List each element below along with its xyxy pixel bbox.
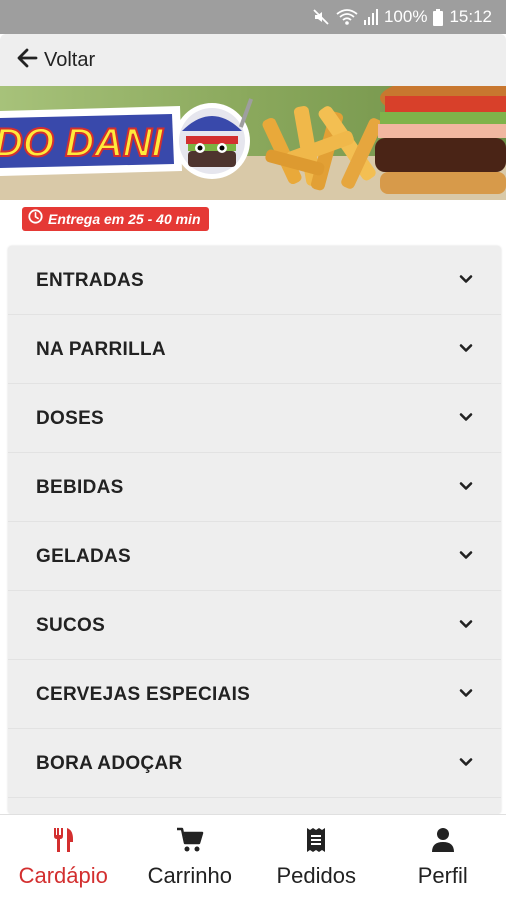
burger-image [375, 86, 506, 194]
chevron-down-icon [459, 686, 473, 705]
menu-category-list: ENTRADAS NA PARRILLA DOSES BEBIDAS GELAD… [8, 246, 501, 814]
chevron-down-icon [459, 755, 473, 774]
menu-category-label: CERVEJAS ESPECIAIS [36, 684, 251, 705]
menu-category-label: DOSES [36, 408, 105, 429]
delivery-time-badge: Entrega em 25 - 40 min [22, 207, 209, 231]
nav-perfil[interactable]: Perfil [380, 815, 506, 900]
chevron-down-icon [459, 272, 473, 291]
status-indicators: 100% 15:12 [312, 7, 492, 27]
menu-category-cervejas-especiais[interactable]: CERVEJAS ESPECIAIS [8, 660, 501, 729]
restaurant-banner: DO DANI [0, 86, 506, 200]
menu-category-label: ENTRADAS [36, 270, 144, 291]
restaurant-logo: DO DANI [0, 98, 254, 179]
menu-category-doses[interactable]: DOSES [8, 384, 501, 453]
back-button[interactable]: Voltar [16, 46, 95, 74]
menu-category-partial[interactable] [8, 798, 501, 814]
chevron-down-icon [459, 617, 473, 636]
back-label: Voltar [44, 48, 96, 71]
battery-icon [433, 8, 444, 26]
nav-cardapio[interactable]: Cardápio [0, 815, 127, 900]
clock: 15:12 [449, 7, 492, 26]
menu-category-label: BORA ADOÇAR [36, 753, 183, 774]
logo-text: DO DANI [0, 121, 164, 165]
nav-label: Cardápio [18, 863, 108, 888]
bottom-navigation: Cardápio Carrinho Pedidos Perfil [0, 814, 506, 900]
nav-carrinho[interactable]: Carrinho [127, 815, 254, 900]
battery-level: 100% [383, 7, 428, 26]
menu-category-label: SUCOS [36, 615, 106, 636]
menu-category-entradas[interactable]: ENTRADAS [8, 246, 501, 315]
arrow-left-icon [16, 47, 38, 74]
signal-icon [363, 9, 378, 25]
menu-category-bebidas[interactable]: BEBIDAS [8, 453, 501, 522]
wifi-icon [336, 8, 358, 26]
menu-category-label: NA PARRILLA [36, 339, 166, 360]
menu-category-bora-adocar[interactable]: BORA ADOÇAR [8, 729, 501, 798]
chevron-down-icon [459, 479, 473, 498]
user-icon [431, 827, 455, 858]
menu-category-label: GELADAS [36, 546, 131, 567]
mute-icon [312, 8, 330, 26]
menu-category-geladas[interactable]: GELADAS [8, 522, 501, 591]
nav-label: Perfil [417, 863, 468, 888]
receipt-icon [305, 827, 327, 858]
delivery-time-text: Entrega em 25 - 40 min [48, 211, 201, 227]
menu-category-label: BEBIDAS [36, 477, 124, 498]
menu-category-sucos[interactable]: SUCOS [8, 591, 501, 660]
top-bar: Voltar [0, 34, 506, 86]
status-bar: 100% 15:12 [0, 0, 506, 34]
nav-label: Carrinho [147, 863, 232, 888]
menu-category-na-parrilla[interactable]: NA PARRILLA [8, 315, 501, 384]
chevron-down-icon [459, 410, 473, 429]
chevron-down-icon [459, 548, 473, 567]
nav-label: Pedidos [276, 863, 356, 888]
chevron-down-icon [459, 341, 473, 360]
clock-icon [28, 209, 43, 229]
nav-pedidos[interactable]: Pedidos [253, 815, 380, 900]
fork-knife-icon [51, 827, 75, 858]
cart-icon [176, 827, 204, 858]
